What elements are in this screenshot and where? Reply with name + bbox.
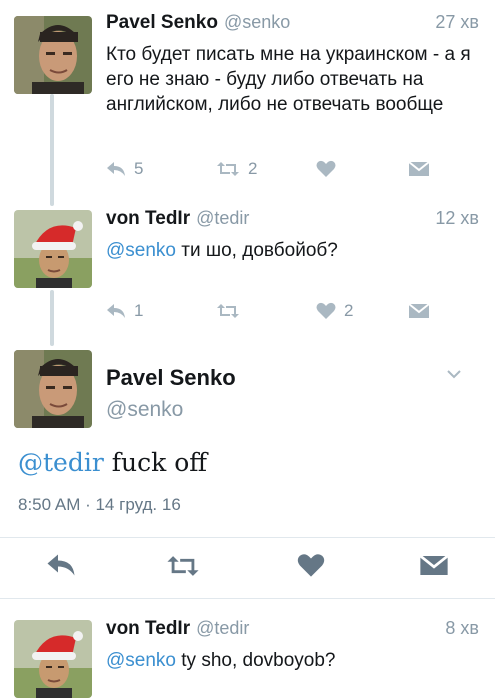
retweet-icon: [217, 162, 239, 176]
retweet-count: 2: [248, 159, 258, 178]
tweet-text: @senko ty sho, dovboyob?: [106, 648, 479, 673]
author-name[interactable]: Pavel Senko: [106, 365, 236, 391]
tweet-menu-button[interactable]: [446, 366, 462, 384]
reply-arrow-icon: [107, 162, 125, 176]
retweet-button[interactable]: [166, 553, 200, 579]
mention-link[interactable]: @tedir: [18, 448, 104, 477]
reply-button[interactable]: 5: [106, 159, 216, 179]
reply-count: 1: [134, 301, 144, 320]
heart-icon: [316, 160, 336, 177]
divider: [0, 537, 495, 538]
tweet[interactable]: von TedIr @tedir 12 хв @senko ти шо, дов…: [0, 208, 495, 338]
divider: [0, 598, 495, 599]
like-button[interactable]: 2: [316, 301, 408, 321]
chevron-down-icon: [447, 370, 461, 379]
mention-link[interactable]: @senko: [106, 240, 176, 261]
tweet-timestamp[interactable]: 8:50 AM · 14 груд. 16: [18, 495, 181, 515]
envelope-icon: [408, 303, 430, 318]
avatar[interactable]: [14, 16, 92, 94]
like-button[interactable]: [297, 553, 325, 578]
envelope-icon: [419, 554, 449, 576]
tweet-text-body: ty sho, dovboyob?: [176, 650, 336, 671]
timestamp[interactable]: 12 хв: [435, 208, 479, 229]
author-handle[interactable]: @tedir: [196, 208, 249, 229]
author-name[interactable]: von TedIr: [106, 208, 190, 230]
tweet[interactable]: von TedIr @tedir 8 хв @senko ty sho, dov…: [0, 618, 495, 700]
timestamp[interactable]: 8 хв: [445, 618, 479, 639]
author-handle[interactable]: @senko: [224, 12, 290, 33]
retweet-icon: [217, 304, 239, 318]
direct-message-button[interactable]: [408, 160, 430, 178]
retweet-button[interactable]: [216, 302, 316, 320]
author-name[interactable]: Pavel Senko: [106, 12, 218, 34]
like-button[interactable]: [316, 160, 408, 178]
reply-count: 5: [134, 159, 144, 178]
avatar[interactable]: [14, 210, 92, 288]
reply-button[interactable]: 1: [106, 301, 216, 321]
avatar[interactable]: [14, 620, 92, 698]
tweet-text-body: fuck off: [103, 448, 208, 477]
like-count: 2: [344, 301, 354, 320]
reply-button[interactable]: [46, 553, 76, 577]
heart-icon: [297, 554, 325, 577]
tweet[interactable]: Pavel Senko @senko 27 хв Кто будет писат…: [0, 12, 495, 192]
reply-arrow-icon: [47, 554, 75, 576]
tweet-text: Кто будет писать мне на украинском - а я…: [106, 44, 471, 115]
tweet-text-body: ти шо, довбойоб?: [176, 240, 338, 261]
author-name[interactable]: von TedIr: [106, 618, 190, 640]
reply-arrow-icon: [107, 304, 125, 318]
mention-link[interactable]: @senko: [106, 650, 176, 671]
author-handle[interactable]: @tedir: [196, 618, 249, 639]
tweet-text: @tedir fuck off: [18, 448, 207, 477]
avatar[interactable]: [14, 350, 92, 428]
envelope-icon: [408, 161, 430, 176]
timestamp[interactable]: 27 хв: [435, 12, 479, 33]
retweet-button[interactable]: 2: [216, 159, 316, 179]
direct-message-button[interactable]: [408, 302, 430, 320]
tweet-text: @senko ти шо, довбойоб?: [106, 238, 479, 263]
retweet-icon: [167, 556, 199, 576]
direct-message-button[interactable]: [419, 553, 449, 578]
heart-icon: [316, 302, 336, 319]
author-handle[interactable]: @senko: [106, 398, 183, 422]
